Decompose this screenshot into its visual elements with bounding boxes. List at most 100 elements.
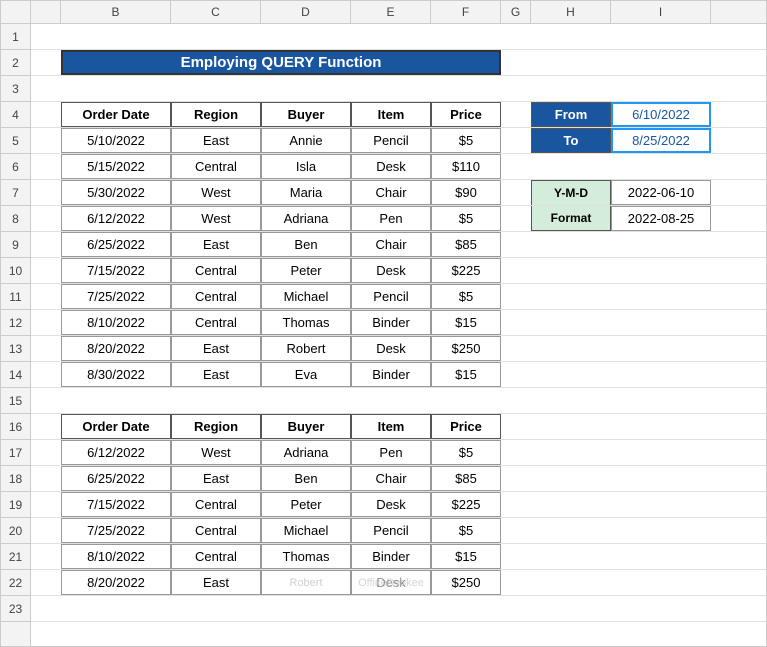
col-header-b[interactable]: B [61, 1, 171, 23]
cell-22a[interactable] [31, 570, 61, 595]
cell-6b[interactable]: 5/15/2022 [61, 154, 171, 179]
row-num-12[interactable]: 12 [1, 310, 30, 336]
cell-18c[interactable]: East [171, 466, 261, 491]
cell-20e[interactable]: Pencil [351, 518, 431, 543]
cell-3i[interactable] [611, 76, 711, 101]
cell-10d[interactable]: Peter [261, 258, 351, 283]
cell-6d[interactable]: Isla [261, 154, 351, 179]
cell-13d[interactable]: Robert [261, 336, 351, 361]
cell-19c[interactable]: Central [171, 492, 261, 517]
row-num-7[interactable]: 7 [1, 180, 30, 206]
col-header-f[interactable]: F [431, 1, 501, 23]
cell-9g[interactable] [501, 232, 531, 257]
cell-9c[interactable]: East [171, 232, 261, 257]
row-num-2[interactable]: 2 [1, 50, 30, 76]
cell-23e[interactable] [351, 596, 431, 621]
cell-6f[interactable]: $110 [431, 154, 501, 179]
cell-22d[interactable]: Robert [261, 570, 351, 595]
cell-20b[interactable]: 7/25/2022 [61, 518, 171, 543]
cell-23d[interactable] [261, 596, 351, 621]
cell-3f[interactable] [431, 76, 501, 101]
cell-3d[interactable] [261, 76, 351, 101]
cell-20d[interactable]: Michael [261, 518, 351, 543]
cell-3h[interactable] [531, 76, 611, 101]
cell-23f[interactable] [431, 596, 501, 621]
cell-8f[interactable]: $5 [431, 206, 501, 231]
cell-7e[interactable]: Chair [351, 180, 431, 205]
cell-22e[interactable]: OfficeDeskee Desk [351, 570, 431, 595]
cell-1b[interactable] [61, 24, 171, 49]
cell-6h[interactable] [531, 154, 611, 179]
cell-12d[interactable]: Thomas [261, 310, 351, 335]
cell-10g[interactable] [501, 258, 531, 283]
row-num-21[interactable]: 21 [1, 544, 30, 570]
cell-18b[interactable]: 6/25/2022 [61, 466, 171, 491]
cell-11i[interactable] [611, 284, 711, 309]
cell-9e[interactable]: Chair [351, 232, 431, 257]
cell-13a[interactable] [31, 336, 61, 361]
cell-6i[interactable] [611, 154, 711, 179]
cell-15a[interactable] [31, 388, 61, 413]
cell-12g[interactable] [501, 310, 531, 335]
cell-9b[interactable]: 6/25/2022 [61, 232, 171, 257]
cell-20i[interactable] [611, 518, 711, 543]
cell-17f[interactable]: $5 [431, 440, 501, 465]
cell-5c[interactable]: East [171, 128, 261, 153]
cell-13e[interactable]: Desk [351, 336, 431, 361]
cell-20g[interactable] [501, 518, 531, 543]
cell-17b[interactable]: 6/12/2022 [61, 440, 171, 465]
cell-10h[interactable] [531, 258, 611, 283]
cell-21f[interactable]: $15 [431, 544, 501, 569]
cell-1g[interactable] [501, 24, 531, 49]
cell-9a[interactable] [31, 232, 61, 257]
cell-2h[interactable] [531, 50, 611, 75]
cell-14b[interactable]: 8/30/2022 [61, 362, 171, 387]
cell-22f[interactable]: $250 [431, 570, 501, 595]
cell-19f[interactable]: $225 [431, 492, 501, 517]
col-header-i[interactable]: I [611, 1, 711, 23]
cell-10b[interactable]: 7/15/2022 [61, 258, 171, 283]
row-num-14[interactable]: 14 [1, 362, 30, 388]
cell-8d[interactable]: Adriana [261, 206, 351, 231]
cell-11e[interactable]: Pencil [351, 284, 431, 309]
cell-15h[interactable] [531, 388, 611, 413]
cell-20h[interactable] [531, 518, 611, 543]
cell-12f[interactable]: $15 [431, 310, 501, 335]
cell-15f[interactable] [431, 388, 501, 413]
cell-16i[interactable] [611, 414, 711, 439]
from-value[interactable]: 6/10/2022 [611, 102, 711, 127]
col-header-g[interactable]: G [501, 1, 531, 23]
cell-9h[interactable] [531, 232, 611, 257]
cell-13i[interactable] [611, 336, 711, 361]
cell-17a[interactable] [31, 440, 61, 465]
cell-16g[interactable] [501, 414, 531, 439]
row-num-10[interactable]: 10 [1, 258, 30, 284]
cell-8a[interactable] [31, 206, 61, 231]
cell-22i[interactable] [611, 570, 711, 595]
cell-2a[interactable] [31, 50, 61, 75]
cell-14h[interactable] [531, 362, 611, 387]
cell-21b[interactable]: 8/10/2022 [61, 544, 171, 569]
cell-21e[interactable]: Binder [351, 544, 431, 569]
cell-23c[interactable] [171, 596, 261, 621]
cell-10i[interactable] [611, 258, 711, 283]
cell-23g[interactable] [501, 596, 531, 621]
cell-18g[interactable] [501, 466, 531, 491]
cell-14e[interactable]: Binder [351, 362, 431, 387]
cell-3b[interactable] [61, 76, 171, 101]
cell-7d[interactable]: Maria [261, 180, 351, 205]
cell-15i[interactable] [611, 388, 711, 413]
row-num-3[interactable]: 3 [1, 76, 30, 102]
cell-21h[interactable] [531, 544, 611, 569]
cell-20a[interactable] [31, 518, 61, 543]
cell-8e[interactable]: Pen [351, 206, 431, 231]
cell-22h[interactable] [531, 570, 611, 595]
cell-21a[interactable] [31, 544, 61, 569]
cell-13b[interactable]: 8/20/2022 [61, 336, 171, 361]
row-num-19[interactable]: 19 [1, 492, 30, 518]
cell-14i[interactable] [611, 362, 711, 387]
cell-5e[interactable]: Pencil [351, 128, 431, 153]
cell-3g[interactable] [501, 76, 531, 101]
cell-18f[interactable]: $85 [431, 466, 501, 491]
cell-12c[interactable]: Central [171, 310, 261, 335]
